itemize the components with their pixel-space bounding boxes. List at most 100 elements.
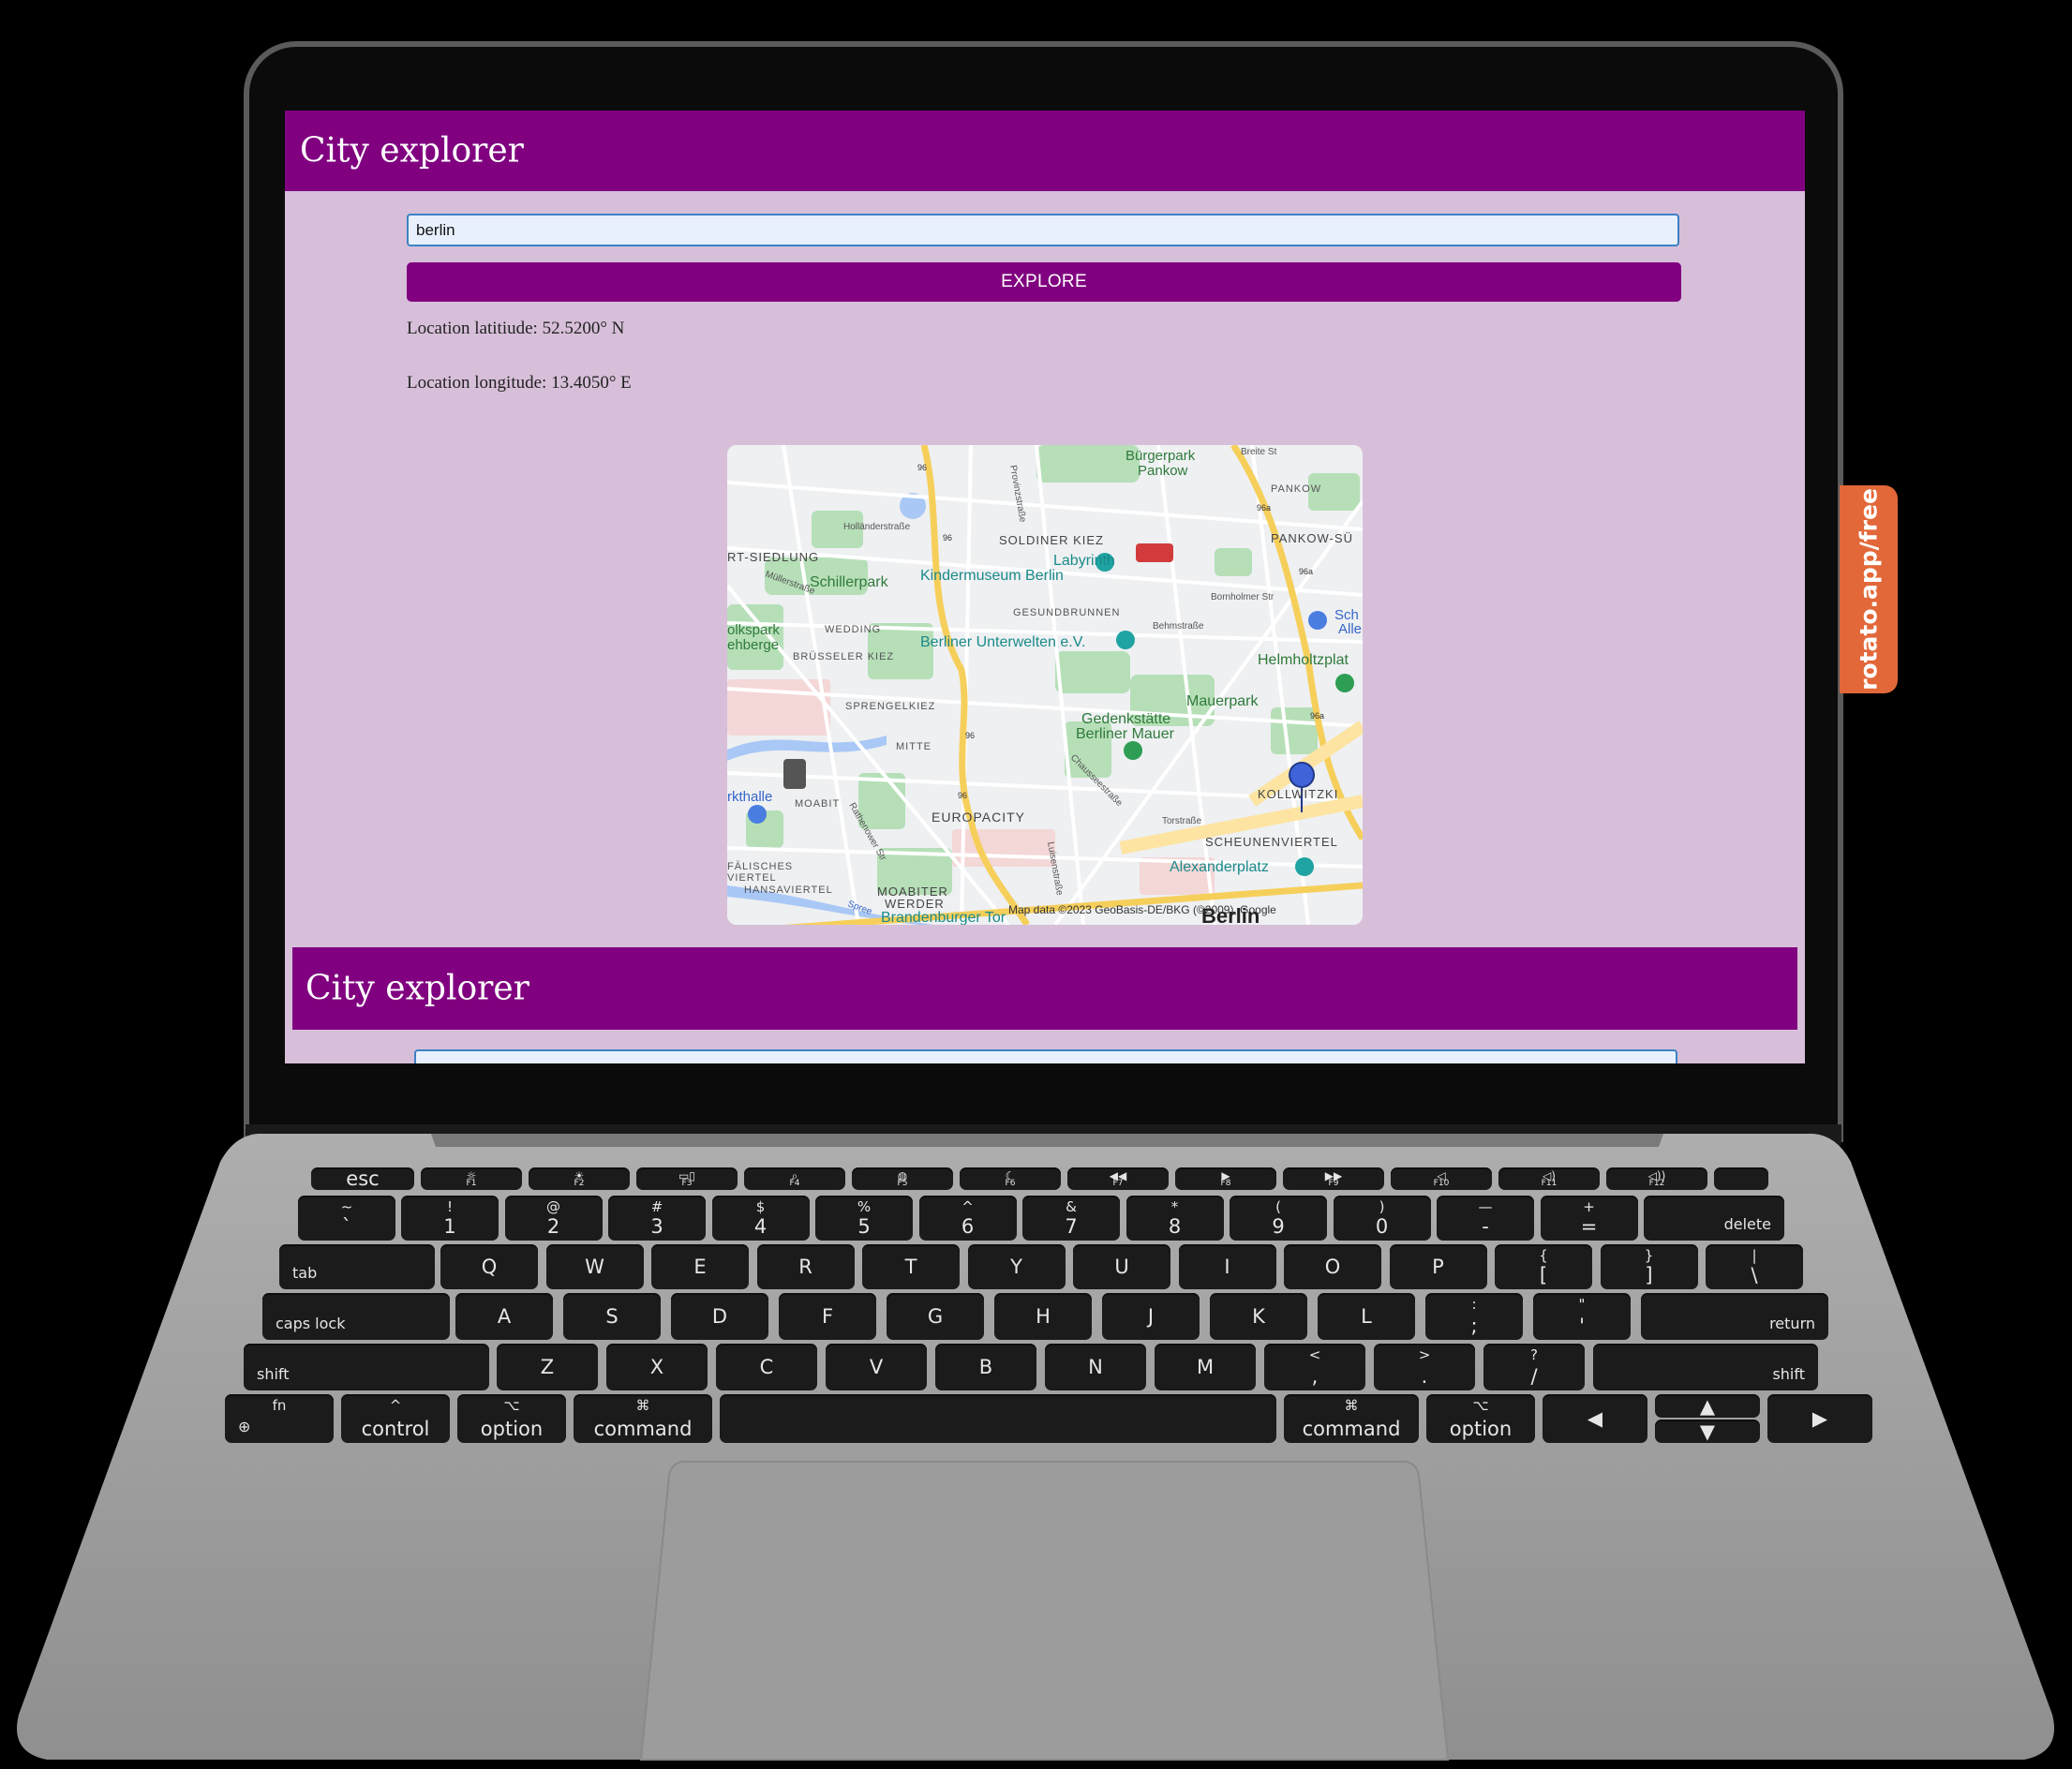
key-command-left[interactable]: ⌘ command (574, 1394, 712, 1443)
key-q[interactable]: Q (440, 1244, 538, 1289)
explore-button[interactable]: EXPLORE (407, 262, 1681, 302)
key-f12[interactable]: ◁)) F12 (1606, 1167, 1707, 1190)
key-p[interactable]: P (1389, 1244, 1487, 1289)
key-x[interactable]: X (606, 1344, 708, 1390)
key-f[interactable]: F (779, 1293, 876, 1340)
svg-text:rkthalle: rkthalle (727, 789, 772, 805)
key--[interactable]: — - (1437, 1196, 1534, 1241)
svg-text:Bürgerpark: Bürgerpark (1125, 448, 1196, 464)
key-arrow-down-label: ▼ (1699, 1420, 1716, 1443)
key-v[interactable]: V (826, 1344, 927, 1390)
key-3[interactable]: #3 (608, 1196, 706, 1241)
key-r[interactable]: R (756, 1244, 855, 1289)
key-e[interactable]: E (651, 1244, 749, 1289)
key-c[interactable]: C (716, 1344, 817, 1390)
key-shift-left[interactable]: shift (244, 1344, 489, 1390)
key-l[interactable]: L (1318, 1293, 1415, 1340)
key-shift-right[interactable]: shift (1593, 1344, 1818, 1390)
key-5-label: % (857, 1198, 872, 1215)
key-9-label: ( (1275, 1198, 1281, 1215)
city-search-input[interactable] (407, 214, 1679, 246)
rotato-badge[interactable]: rotato.app/free (1840, 485, 1898, 693)
key-0[interactable]: ) 0 (1333, 1196, 1431, 1241)
key-f11[interactable]: ◁) F11 (1498, 1167, 1600, 1190)
key-6-label: 6 (961, 1215, 975, 1238)
key-tab[interactable]: tab (279, 1244, 435, 1289)
key-option-left[interactable]: ⌥ option (457, 1394, 566, 1443)
key-f2[interactable]: ☀ F2 (529, 1167, 630, 1190)
key-w-label: W (585, 1256, 604, 1278)
key-1[interactable]: ! 1 (401, 1196, 499, 1241)
key-g[interactable]: G (887, 1293, 984, 1340)
key-f7[interactable]: ◀◀ F7 (1067, 1167, 1169, 1190)
key-f5[interactable]: ◍ F5 (852, 1167, 953, 1190)
key-bracket-2[interactable]: | \ (1706, 1244, 1803, 1289)
key-return[interactable]: return (1641, 1293, 1828, 1340)
key-bracket-1[interactable]: }] (1600, 1244, 1698, 1289)
key-f-label: F (821, 1305, 834, 1328)
key-e-label: E (693, 1256, 707, 1278)
key-i[interactable]: I (1178, 1244, 1276, 1289)
key-f4[interactable]: ⌕ F4 (744, 1167, 845, 1190)
key-a[interactable]: A (455, 1293, 553, 1340)
key-n[interactable]: N (1045, 1344, 1146, 1390)
key-4[interactable]: $4 (711, 1196, 810, 1241)
key-b[interactable]: B (935, 1344, 1036, 1390)
key-7-label: & (1066, 1198, 1077, 1215)
svg-text:96a: 96a (1257, 503, 1271, 513)
key-h[interactable]: H (994, 1293, 1092, 1340)
svg-text:FÄLISCHES: FÄLISCHES (727, 861, 793, 872)
key-u[interactable]: U (1073, 1244, 1170, 1289)
key-k[interactable]: K (1210, 1293, 1307, 1340)
key-bpunct-1[interactable]: >. (1374, 1344, 1475, 1390)
key-arrow-left[interactable]: ◀ (1543, 1394, 1647, 1443)
key-7[interactable]: & 7 (1022, 1196, 1120, 1241)
key-command-left-label: command (593, 1418, 693, 1440)
key-f1-label: F1 (466, 1179, 477, 1188)
key-backtick[interactable]: ~ ` (298, 1196, 395, 1241)
key-f6[interactable]: ☾ F6 (960, 1167, 1061, 1190)
key-d[interactable]: D (671, 1293, 768, 1340)
city-search-input-repeat[interactable] (414, 1049, 1677, 1063)
key-arrow-up[interactable]: ▲ (1655, 1394, 1760, 1418)
key-t[interactable]: T (862, 1244, 960, 1289)
key-f1[interactable]: ☼ F1 (421, 1167, 522, 1190)
key-8[interactable]: * 8 (1125, 1196, 1224, 1241)
key-6[interactable]: ^ 6 (918, 1196, 1017, 1241)
key-z[interactable]: Z (497, 1344, 598, 1390)
svg-text:HANSAVIERTEL: HANSAVIERTEL (744, 884, 833, 896)
key-arrow-right[interactable]: ▶ (1767, 1394, 1872, 1443)
key-command-right[interactable]: ⌘ command (1284, 1394, 1419, 1443)
key-f5-label: F5 (897, 1179, 908, 1188)
key-m[interactable]: M (1155, 1344, 1256, 1390)
key-caps-lock[interactable]: caps lock (262, 1293, 450, 1340)
key-esc[interactable]: esc (311, 1167, 414, 1190)
key-f9[interactable]: ▶▶ F9 (1283, 1167, 1384, 1190)
key-j[interactable]: J (1102, 1293, 1200, 1340)
key-f8[interactable]: ▶ F8 (1175, 1167, 1276, 1190)
key-=[interactable]: + = (1540, 1196, 1638, 1241)
key-s[interactable]: S (563, 1293, 661, 1340)
key-5[interactable]: % 5 (815, 1196, 913, 1241)
key-delete[interactable]: delete (1644, 1196, 1784, 1241)
key-fn[interactable]: fn ⊕ (225, 1394, 334, 1443)
key-f10[interactable]: ◁ F10 (1391, 1167, 1492, 1190)
key-f3[interactable]: ▭▯ F3 (636, 1167, 738, 1190)
svg-text:VIERTEL: VIERTEL (727, 872, 777, 884)
key-punct-1[interactable]: " ' (1533, 1293, 1631, 1340)
key-o[interactable]: O (1284, 1244, 1381, 1289)
key-power[interactable] (1714, 1167, 1768, 1190)
key-arrow-down[interactable]: ▼ (1655, 1420, 1760, 1443)
key-bpunct-2[interactable]: ? / (1483, 1344, 1585, 1390)
city-map[interactable]: Bürgerpark Pankow PANKOW SOLDINER KIEZ P… (727, 445, 1363, 925)
key-bracket-0[interactable]: {[ (1495, 1244, 1592, 1289)
key-punct-0[interactable]: :; (1425, 1293, 1523, 1340)
key-space[interactable] (720, 1394, 1276, 1443)
key-2[interactable]: @2 (504, 1196, 603, 1241)
key-9[interactable]: (9 (1230, 1196, 1327, 1241)
key-bpunct-0[interactable]: <, (1264, 1344, 1365, 1390)
key-control[interactable]: ^ control (341, 1394, 450, 1443)
key-w[interactable]: W (545, 1244, 644, 1289)
key-option-right[interactable]: ⌥ option (1426, 1394, 1535, 1443)
key-y[interactable]: Y (967, 1244, 1066, 1289)
